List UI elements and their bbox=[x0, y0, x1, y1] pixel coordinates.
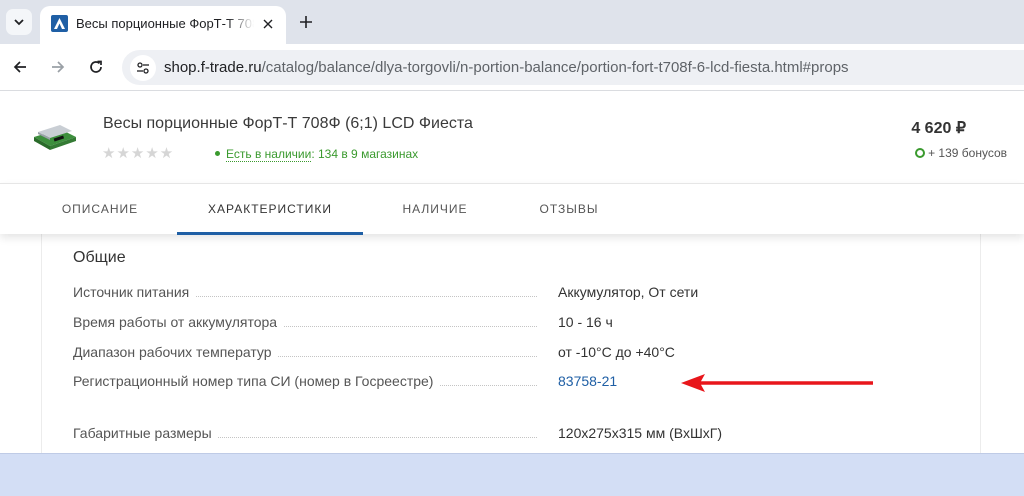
site-info-button[interactable] bbox=[130, 55, 156, 81]
forward-button[interactable] bbox=[46, 55, 70, 79]
tab-search-button[interactable] bbox=[6, 9, 32, 35]
property-name: Время работы от аккумулятора bbox=[73, 314, 284, 330]
arrow-right-icon bbox=[52, 61, 65, 73]
reload-icon bbox=[90, 60, 102, 73]
tab-reviews[interactable]: Отзывы bbox=[527, 184, 611, 235]
property-name: Габаритные размеры bbox=[73, 425, 218, 441]
bonus-text: + 139 бонусов bbox=[928, 146, 1007, 160]
rating-stars[interactable]: ★★★★★ bbox=[102, 144, 174, 162]
in-stock-dot-icon bbox=[215, 151, 220, 157]
property-value: 120х275х315 мм (ВхШхГ) bbox=[558, 425, 723, 441]
close-icon[interactable] bbox=[260, 16, 276, 32]
tune-icon bbox=[137, 62, 149, 74]
property-group-title: Общие bbox=[73, 249, 126, 266]
new-tab-button[interactable] bbox=[294, 10, 318, 34]
property-row: Диапазон рабочих температур от -10°C до … bbox=[73, 342, 973, 364]
tab-characteristics[interactable]: Характеристики bbox=[177, 184, 363, 235]
product-tabs: Описание Характеристики Наличие Отзывы bbox=[0, 183, 1024, 235]
property-name: Регистрационный номер типа СИ (номер в Г… bbox=[73, 373, 440, 389]
properties-section: Общие Источник питания Аккумулятор, От с… bbox=[41, 234, 981, 453]
back-button[interactable] bbox=[8, 55, 32, 79]
tab-availability[interactable]: Наличие bbox=[390, 184, 480, 235]
url-text: shop.f-trade.ru/catalog/balance/dlya-tor… bbox=[164, 59, 849, 76]
plus-icon bbox=[300, 16, 312, 28]
address-bar[interactable]: shop.f-trade.ru/catalog/balance/dlya-tor… bbox=[122, 50, 1024, 85]
availability-link[interactable]: Есть в наличии bbox=[226, 147, 312, 162]
product-header: Весы порционные ФорТ-Т 708Ф (6;1) LCD Фи… bbox=[0, 91, 1024, 183]
reload-button[interactable] bbox=[84, 55, 108, 79]
bonus-info: + 139 бонусов bbox=[915, 146, 1007, 160]
property-row: Габаритные размеры 120х275х315 мм (ВхШхГ… bbox=[73, 423, 973, 445]
product-title: Весы порционные ФорТ-Т 708Ф (6;1) LCD Фи… bbox=[103, 115, 473, 132]
page-content: Весы порционные ФорТ-Т 708Ф (6;1) LCD Фи… bbox=[0, 91, 1024, 453]
browser-tab-active[interactable]: Весы порционные ФорТ-Т 708Ф (6;1) LCD Фи… bbox=[40, 6, 286, 44]
availability-detail: : 134 в 9 магазинах bbox=[311, 147, 419, 161]
bottom-bar bbox=[0, 453, 1024, 496]
tab-title: Весы порционные ФорТ-Т 708Ф (6;1) LCD Фи… bbox=[76, 16, 254, 31]
product-price: 4 620 ₽ bbox=[911, 120, 966, 137]
url-host: shop.f-trade.ru bbox=[164, 59, 262, 76]
property-value: 10 - 16 ч bbox=[558, 314, 613, 330]
property-name: Источник питания bbox=[73, 284, 196, 300]
registry-number-link[interactable]: 83758-21 bbox=[558, 373, 617, 389]
arrow-left-icon bbox=[13, 61, 26, 73]
availability-status: Есть в наличии: 134 в 9 магазинах bbox=[215, 147, 419, 162]
property-value: Аккумулятор, От сети bbox=[558, 284, 699, 300]
product-image[interactable] bbox=[30, 115, 80, 155]
site-favicon-icon bbox=[51, 15, 68, 32]
chevron-down-icon bbox=[14, 19, 24, 26]
browser-toolbar: shop.f-trade.ru/catalog/balance/dlya-tor… bbox=[0, 44, 1024, 91]
url-path: /catalog/balance/dlya-torgovli/n-portion… bbox=[261, 59, 849, 76]
browser-tab-strip: Весы порционные ФорТ-Т 708Ф (6;1) LCD Фи… bbox=[0, 0, 1024, 44]
property-row: Источник питания Аккумулятор, От сети bbox=[73, 282, 973, 304]
red-arrow-annotation bbox=[681, 374, 873, 392]
bonus-icon bbox=[915, 147, 926, 158]
property-value: от -10°C до +40°C bbox=[558, 344, 675, 360]
property-row: Время работы от аккумулятора 10 - 16 ч bbox=[73, 312, 973, 334]
property-name: Диапазон рабочих температур bbox=[73, 344, 278, 360]
tab-description[interactable]: Описание bbox=[50, 184, 150, 235]
